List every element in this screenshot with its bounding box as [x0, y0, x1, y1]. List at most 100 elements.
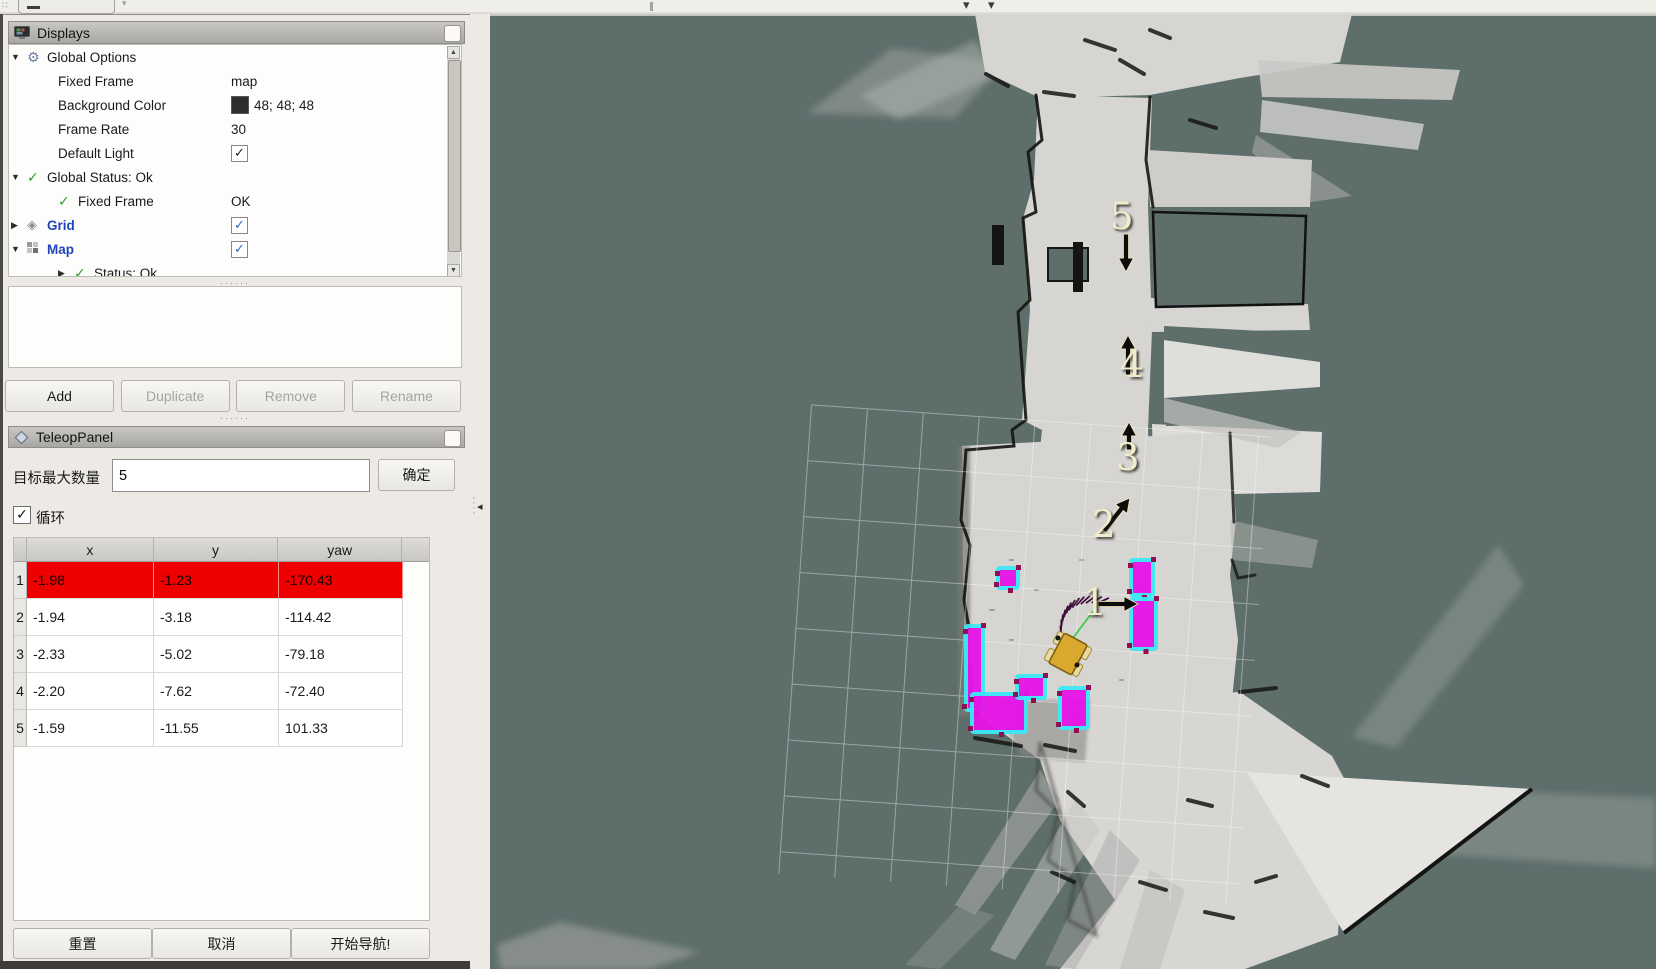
property-value[interactable]: map — [231, 74, 257, 89]
enabled-checkbox[interactable]: ✓ — [231, 241, 248, 258]
column-header[interactable] — [402, 538, 429, 561]
waypoint-label: 2 — [1092, 503, 1116, 546]
remove-button: Remove — [236, 380, 345, 412]
cell-value[interactable]: -7.62 — [154, 673, 279, 710]
teleop-panel-title: TeleopPanel — [36, 429, 113, 445]
cell-value[interactable]: -1.59 — [27, 710, 154, 747]
rviz-3d-viewport[interactable]: 12345 — [490, 14, 1656, 969]
cancel-button[interactable]: 取消 — [152, 928, 291, 959]
cell-value[interactable]: -72.40 — [279, 673, 403, 710]
collapse-panel-icon[interactable]: ◂ — [477, 500, 483, 513]
panel-splitter[interactable]: ···· ◂ — [470, 14, 490, 969]
expander-icon[interactable]: ▶ — [11, 220, 27, 231]
tf-dot — [1075, 663, 1080, 668]
tree-item-label: Global Options — [47, 50, 136, 65]
column-header[interactable]: x — [27, 538, 154, 561]
enabled-checkbox[interactable]: ✓ — [231, 217, 248, 234]
display-tree-row[interactable]: Fixed Framemap — [9, 69, 461, 93]
expander-icon[interactable]: ▼ — [11, 52, 27, 62]
toolbar-grip-icon[interactable]: ∷ — [2, 0, 9, 11]
display-tree-row[interactable]: ▼Map✓ — [9, 237, 461, 261]
window-edge — [0, 961, 490, 969]
display-tree-row[interactable]: Frame Rate30 — [9, 117, 461, 141]
tree-item-label: Background Color — [58, 98, 166, 113]
panel-float-button[interactable] — [444, 430, 461, 447]
scroll-up-icon[interactable]: ▲ — [447, 46, 460, 59]
column-header[interactable]: y — [154, 538, 279, 561]
table-row[interactable]: 5-1.59-11.55101.33 — [14, 710, 429, 747]
chevron-down-icon[interactable]: ▾ — [988, 0, 995, 13]
panel-float-button[interactable] — [444, 25, 461, 42]
waypoint-table[interactable]: xyyaw1-1.98-1.23-170.432-1.94-3.18-114.4… — [13, 537, 430, 921]
confirm-button[interactable]: 确定 — [378, 459, 455, 491]
display-tree-row[interactable]: ▼✓Global Status: Ok — [9, 165, 461, 189]
display-tree-row[interactable]: Background Color 48; 48; 48 — [9, 93, 461, 117]
column-header[interactable]: yaw — [278, 538, 402, 561]
status-ok-check-icon: ✓ — [74, 265, 94, 278]
toolbar-tool-button[interactable] — [18, 0, 115, 14]
cell-value[interactable]: -11.55 — [154, 710, 279, 747]
row-number[interactable]: 5 — [14, 710, 27, 747]
column-header[interactable] — [14, 538, 27, 561]
cell-value[interactable]: -5.02 — [154, 636, 279, 673]
tool-icon — [27, 6, 40, 9]
cell-value[interactable]: -79.18 — [279, 636, 403, 673]
table-row[interactable]: 2-1.94-3.18-114.42 — [14, 599, 429, 636]
table-row[interactable]: 3-2.33-5.02-79.18 — [14, 636, 429, 673]
display-tree-row[interactable]: ▶◈Grid✓ — [9, 213, 461, 237]
expander-icon[interactable]: ▼ — [11, 172, 27, 182]
displays-panel-titlebar[interactable]: Displays — [8, 21, 465, 44]
color-swatch[interactable] — [231, 96, 249, 114]
reset-button[interactable]: 重置 — [13, 928, 152, 959]
expander-icon[interactable]: ▼ — [11, 244, 27, 254]
tree-item-label: Default Light — [58, 146, 134, 161]
display-tree-row[interactable]: ▼⚙Global Options — [9, 45, 461, 69]
add-button[interactable]: Add — [5, 380, 114, 412]
property-value[interactable]: 48; 48; 48 — [254, 98, 314, 113]
scrollbar[interactable]: ▲ ▼ — [447, 46, 460, 277]
max-targets-input[interactable] — [112, 459, 370, 492]
table-row[interactable]: 1-1.98-1.23-170.43 — [14, 562, 429, 599]
chevron-down-icon[interactable]: ▾ — [963, 0, 970, 13]
property-value[interactable]: OK — [231, 194, 251, 209]
start-navigation-button[interactable]: 开始导航! — [291, 928, 430, 959]
obstacle-cluster — [1013, 673, 1048, 703]
chevron-down-icon: ▾ — [122, 0, 127, 9]
enabled-checkbox[interactable]: ✓ — [231, 145, 248, 162]
tree-item-label: Global Status: Ok — [47, 170, 153, 185]
cell-value[interactable]: 101.33 — [279, 710, 403, 747]
row-number[interactable]: 2 — [14, 599, 27, 636]
cell-value[interactable]: -170.43 — [279, 562, 403, 599]
row-number[interactable]: 1 — [14, 562, 27, 599]
cell-value[interactable]: -114.42 — [279, 599, 403, 636]
row-number[interactable]: 3 — [14, 636, 27, 673]
cell-value[interactable]: -3.18 — [154, 599, 279, 636]
displays-panel-title: Displays — [37, 25, 90, 41]
cell-value[interactable]: -2.20 — [27, 673, 154, 710]
cell-value[interactable]: -1.23 — [154, 562, 279, 599]
toolbar-separator — [650, 2, 653, 11]
display-tree-row[interactable]: ✓Fixed FrameOK — [9, 189, 461, 213]
property-value[interactable]: 30 — [231, 122, 246, 137]
displays-tree[interactable]: ▼⚙Global OptionsFixed FramemapBackground… — [8, 44, 462, 277]
status-ok-check-icon: ✓ — [27, 169, 47, 186]
cell-value[interactable]: -1.94 — [27, 599, 154, 636]
display-tree-row[interactable]: ▶✓Status: Ok — [9, 261, 461, 277]
table-row[interactable]: 4-2.20-7.62-72.40 — [14, 673, 429, 710]
waypoint-label: 4 — [1120, 343, 1144, 386]
cell-value[interactable]: -1.98 — [27, 562, 154, 599]
status-ok-check-icon: ✓ — [58, 193, 78, 210]
empty-list-box — [8, 286, 462, 368]
teleop-footer: 重置取消开始导航! — [13, 928, 430, 959]
cell-value[interactable]: -2.33 — [27, 636, 154, 673]
scrollbar-thumb[interactable] — [448, 60, 461, 252]
row-number[interactable]: 4 — [14, 673, 27, 710]
loop-checkbox[interactable]: ✓ — [13, 506, 31, 524]
teleop-panel-titlebar[interactable]: TeleopPanel — [8, 426, 465, 448]
toolbar: ∷ ▾ ▾ ▾ — [0, 0, 1656, 15]
display-tree-row[interactable]: Default Light ✓ — [9, 141, 461, 165]
expander-icon[interactable]: ▶ — [58, 268, 74, 278]
scroll-down-icon[interactable]: ▼ — [447, 264, 460, 277]
splitter-handle[interactable]: ······ — [0, 415, 470, 423]
gear-icon: ⚙ — [27, 49, 47, 66]
